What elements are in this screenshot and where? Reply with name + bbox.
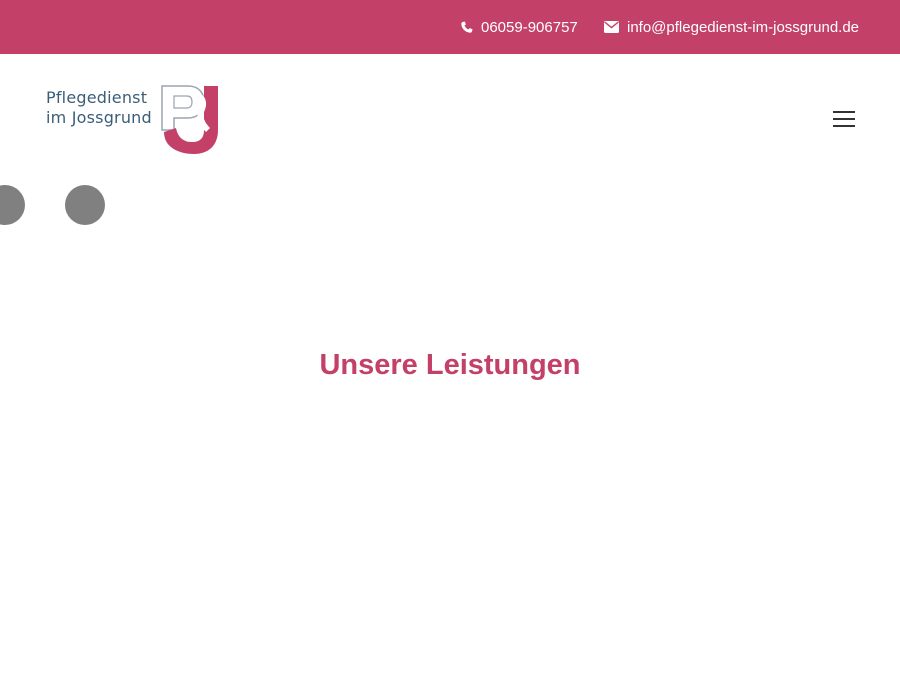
site-header: Pflegedienst im Jossgrund (0, 54, 900, 184)
phone-link[interactable]: 06059-906757 (460, 0, 578, 54)
slider-prev-dot[interactable] (0, 185, 25, 225)
logo-text: Pflegedienst im Jossgrund (46, 88, 152, 128)
logo-line-2: im Jossgrund (46, 108, 152, 127)
email-link[interactable]: info@pflegedienst-im-jossgrund.de (604, 0, 859, 54)
email-address: info@pflegedienst-im-jossgrund.de (627, 18, 860, 36)
page-title: Unsere Leistungen (319, 349, 581, 381)
top-bar: 06059-906757 info@pflegedienst-im-jossgr… (0, 0, 900, 54)
hamburger-menu-icon[interactable] (830, 108, 858, 130)
logo-line-1: Pflegedienst (46, 88, 148, 107)
phone-icon (461, 20, 473, 33)
logo-mark-icon (161, 85, 218, 154)
phone-number: 06059-906757 (481, 18, 578, 36)
slider-next-dot[interactable] (65, 185, 105, 225)
envelope-icon (604, 21, 619, 33)
site-logo[interactable]: Pflegedienst im Jossgrund (40, 84, 240, 176)
